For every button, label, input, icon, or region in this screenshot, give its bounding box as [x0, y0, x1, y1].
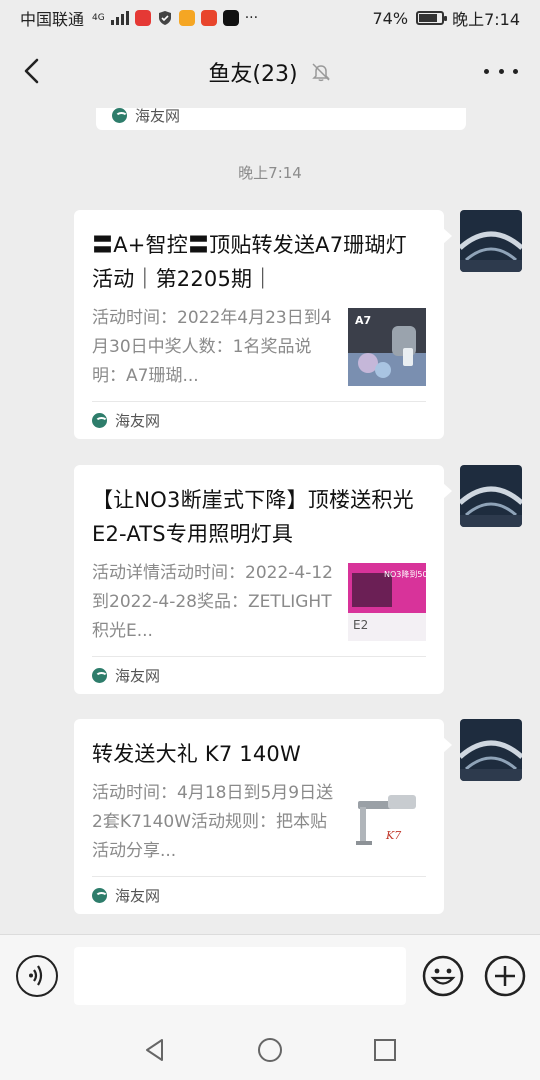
message-input[interactable]	[74, 947, 406, 1005]
triangle-back-icon[interactable]	[142, 1037, 168, 1063]
bell-off-icon	[311, 63, 330, 82]
chat-timestamp: 晚上7:14	[238, 164, 302, 182]
chat-title[interactable]: 鱼友(23)	[208, 56, 297, 88]
k7-light-thumbnail: K7	[348, 783, 426, 861]
clock: 晚上7:14	[452, 10, 520, 29]
more-notifications-icon: ···	[244, 10, 259, 26]
voice-icon[interactable]	[16, 955, 58, 997]
orange-app-icon	[178, 10, 195, 26]
avatar[interactable]	[460, 465, 522, 527]
status-bar: 中国联通 4G ··· 74% 晚上7:14	[0, 0, 540, 36]
coral-light-thumbnail: A7	[348, 308, 426, 386]
thumb-label: K7	[385, 829, 401, 842]
toutiao-app-icon	[134, 10, 151, 26]
square-recent-icon[interactable]	[372, 1037, 398, 1063]
red-app-icon	[200, 10, 217, 26]
previous-card-footer[interactable]: 海友网	[96, 108, 466, 130]
card-source: 海友网	[115, 667, 161, 685]
chat-header: 鱼友(23)	[0, 36, 540, 108]
card-description: 活动时间：2022年4月23日到4月30日中奖人数：1名奖品说明：A7珊瑚...	[92, 308, 332, 386]
system-nav-bar	[0, 1018, 540, 1080]
card-footer: 海友网	[92, 876, 426, 914]
card-description: 活动时间：4月18日到5月9日送2套K7140W活动规则：把本贴活动分享...	[92, 783, 334, 861]
input-bar	[0, 934, 540, 1018]
card-title: 【让NO3断崖式下降】顶楼送积光E2-ATS专用照明灯具	[92, 488, 414, 546]
link-card[interactable]: 【让NO3断崖式下降】顶楼送积光E2-ATS专用照明灯具 活动详情活动时间：20…	[74, 465, 452, 694]
thumb-label-2: E2	[353, 618, 368, 632]
plus-icon[interactable]	[484, 955, 526, 997]
card-title: 转发送大礼 K7 140W	[92, 742, 301, 766]
carrier-label: 中国联通	[20, 10, 85, 29]
avatar[interactable]	[460, 719, 522, 781]
chevron-left-icon[interactable]	[18, 56, 48, 86]
avatar[interactable]	[460, 210, 522, 272]
shield-icon	[158, 11, 171, 25]
source-icon	[92, 668, 108, 683]
chat-area[interactable]: 海友网 晚上7:14 〓A+智控〓顶贴转发送A7珊瑚灯活动｜第2205期｜ 活动…	[0, 108, 540, 934]
card-title: 〓A+智控〓顶贴转发送A7珊瑚灯活动｜第2205期｜	[92, 233, 407, 291]
source-icon	[92, 413, 108, 428]
e2-light-thumbnail: NO3降到50不是梦 E2	[348, 563, 426, 641]
card-footer: 海友网	[92, 656, 426, 694]
link-card[interactable]: 〓A+智控〓顶贴转发送A7珊瑚灯活动｜第2205期｜ 活动时间：2022年4月2…	[74, 210, 452, 439]
thumb-label: NO3降到50不是梦	[384, 569, 426, 579]
network-label: 4G	[92, 13, 105, 23]
battery-percent: 74%	[372, 8, 409, 28]
emoji-icon[interactable]	[422, 955, 464, 997]
signal-icon	[110, 11, 129, 25]
thumb-label: A7	[355, 314, 371, 327]
card-source: 海友网	[115, 412, 161, 430]
circle-home-icon[interactable]	[257, 1037, 283, 1063]
source-icon	[112, 108, 128, 123]
card-source: 海友网	[115, 887, 161, 905]
previous-card-source: 海友网	[135, 108, 181, 125]
battery-icon	[416, 11, 448, 25]
link-card[interactable]: 转发送大礼 K7 140W 活动时间：4月18日到5月9日送2套K7140W活动…	[74, 719, 452, 914]
card-description: 活动详情活动时间：2022-4-12到2022-4-28奖品：ZETLIGHT积…	[92, 563, 333, 641]
source-icon	[92, 888, 108, 903]
more-dots-icon[interactable]	[484, 64, 518, 78]
card-footer: 海友网	[92, 401, 426, 439]
tiktok-app-icon	[222, 10, 239, 26]
